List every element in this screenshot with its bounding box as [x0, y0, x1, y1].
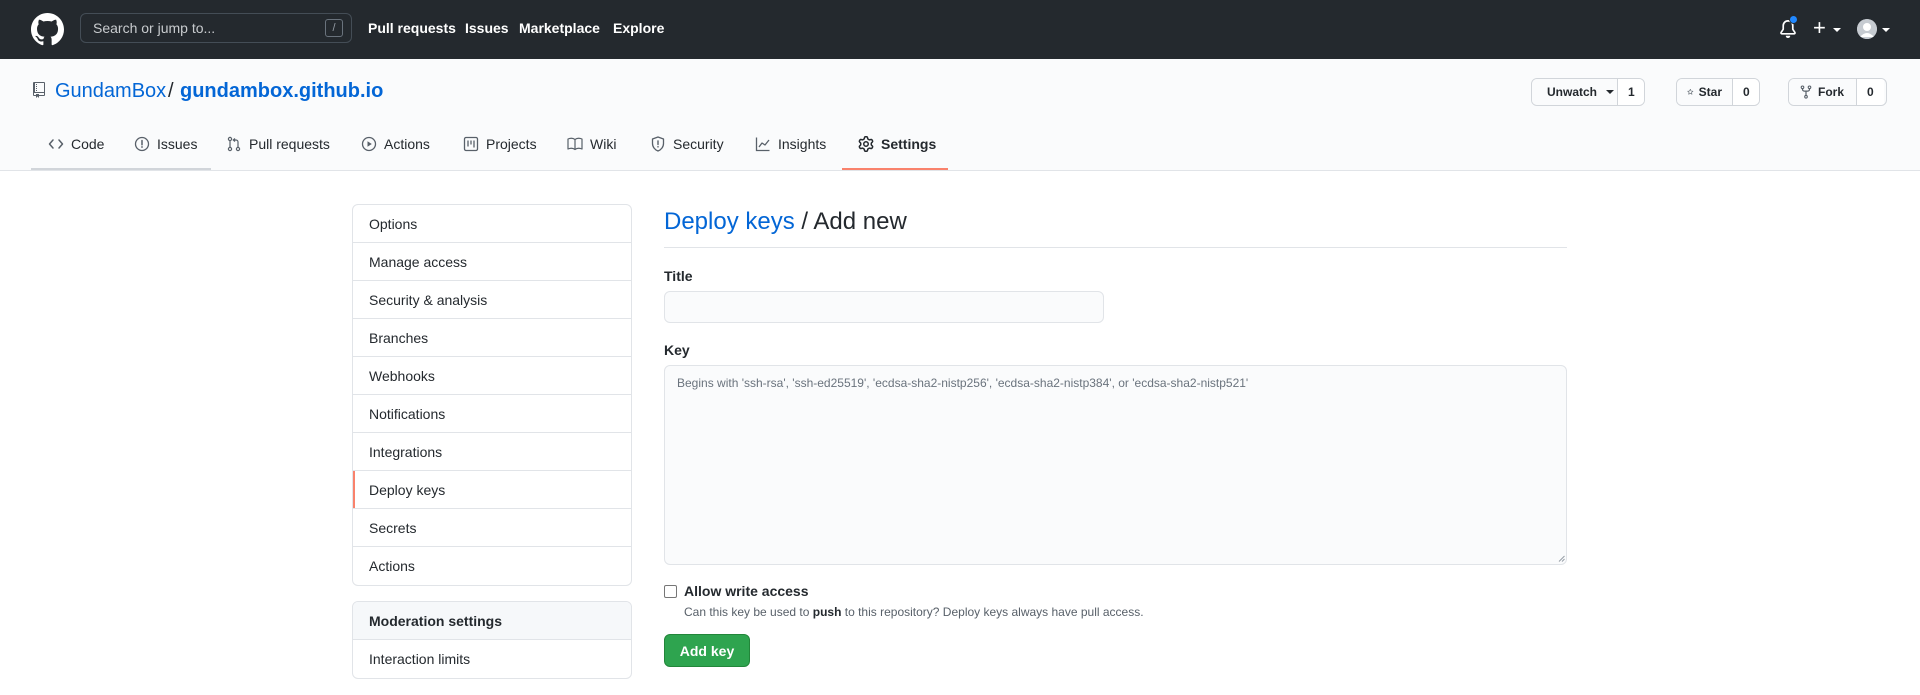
graph-icon	[755, 137, 770, 152]
allow-write-access-label[interactable]: Allow write access	[684, 583, 809, 599]
play-icon	[361, 136, 377, 152]
tab-pull-requests[interactable]: Pull requests	[226, 136, 330, 152]
star-button-group: Star 0	[1676, 78, 1760, 106]
repo-owner-link[interactable]: GundamBox	[55, 80, 166, 103]
sidebar-item-options[interactable]: Options	[353, 205, 631, 243]
star-label: Star	[1698, 85, 1722, 99]
unwatch-label: Unwatch	[1547, 85, 1598, 99]
write-access-note-bold: push	[812, 605, 842, 619]
tab-insights-label: Insights	[778, 136, 827, 152]
moderation-sidebar: Moderation settings Interaction limits	[352, 601, 632, 679]
settings-sidebar: Options Manage access Security & analysi…	[352, 204, 632, 586]
watch-chevron-down-icon	[1606, 90, 1615, 94]
page-title-rest: / Add new	[794, 208, 907, 235]
search-placeholder: Search or jump to...	[93, 20, 216, 36]
nav-marketplace[interactable]: Marketplace	[519, 20, 600, 36]
add-key-button[interactable]: Add key	[664, 634, 750, 667]
global-header: Search or jump to... / Pull requests Iss…	[0, 0, 1920, 59]
sidebar-item-deploy-keys[interactable]: Deploy keys	[353, 471, 631, 509]
tab-issues[interactable]: Issues	[134, 136, 197, 152]
avatar[interactable]	[1857, 19, 1877, 39]
user-avatar-icon	[1857, 19, 1877, 39]
tab-code[interactable]: Code	[48, 136, 104, 152]
nav-explore[interactable]: Explore	[613, 20, 664, 36]
tab-settings-label: Settings	[881, 136, 937, 152]
shield-icon	[651, 136, 665, 152]
fork-icon	[1800, 85, 1812, 99]
selected-tab-indicator	[842, 168, 948, 170]
tab-wiki[interactable]: Wiki	[567, 136, 616, 152]
tab-security-label: Security	[673, 136, 724, 152]
tab-projects-label: Projects	[486, 136, 537, 152]
repo-icon	[33, 82, 45, 98]
write-access-note: Can this key be used to push to this rep…	[684, 605, 1144, 619]
user-menu-chevron-down-icon[interactable]	[1882, 28, 1890, 32]
sidebar-item-security-analysis[interactable]: Security & analysis	[353, 281, 631, 319]
star-count[interactable]: 0	[1733, 79, 1759, 105]
create-new-icon[interactable]: +	[1813, 17, 1826, 39]
watch-button-group: Unwatch 1	[1531, 78, 1645, 106]
write-access-note-post: to this repository? Deploy keys always h…	[841, 605, 1144, 619]
sidebar-item-secrets[interactable]: Secrets	[353, 509, 631, 547]
create-menu-chevron-down-icon[interactable]	[1833, 28, 1841, 32]
issue-icon	[134, 136, 150, 152]
title-divider	[664, 247, 1567, 248]
tab-insights[interactable]: Insights	[755, 136, 826, 152]
sidebar-item-interaction-limits[interactable]: Interaction limits	[353, 640, 631, 678]
nav-pull-requests[interactable]: Pull requests	[368, 20, 456, 36]
tabs-underline-track	[31, 168, 211, 170]
watch-count[interactable]: 1	[1618, 79, 1644, 105]
search-shortcut-badge: /	[325, 19, 343, 37]
title-field[interactable]	[664, 291, 1104, 323]
page-title: Deploy keys / Add new	[664, 208, 907, 236]
book-icon	[567, 137, 583, 151]
tab-actions-label: Actions	[384, 136, 430, 152]
nav-issues[interactable]: Issues	[465, 20, 509, 36]
star-button[interactable]: Star	[1677, 79, 1733, 105]
repository-header	[0, 59, 1920, 171]
search-input[interactable]: Search or jump to... /	[80, 13, 352, 43]
sidebar-item-integrations[interactable]: Integrations	[353, 433, 631, 471]
sidebar-item-notifications[interactable]: Notifications	[353, 395, 631, 433]
repo-name-link[interactable]: gundambox.github.io	[180, 80, 383, 103]
tab-projects[interactable]: Projects	[463, 136, 537, 152]
allow-write-access-checkbox[interactable]	[664, 585, 677, 598]
sidebar-item-actions[interactable]: Actions	[353, 547, 631, 585]
repo-path-separator: /	[168, 80, 174, 102]
title-label: Title	[664, 268, 693, 284]
write-access-note-pre: Can this key be used to	[684, 605, 813, 619]
notification-indicator	[1789, 15, 1798, 24]
deploy-keys-breadcrumb-link[interactable]: Deploy keys	[664, 208, 795, 235]
key-field[interactable]	[664, 365, 1567, 565]
github-logo-icon[interactable]	[31, 13, 64, 46]
gear-icon	[858, 136, 874, 152]
code-icon	[48, 139, 64, 149]
tab-security[interactable]: Security	[650, 136, 724, 152]
tab-pull-requests-label: Pull requests	[249, 136, 330, 152]
key-label: Key	[664, 342, 690, 358]
tab-issues-label: Issues	[157, 136, 198, 152]
sidebar-item-webhooks[interactable]: Webhooks	[353, 357, 631, 395]
fork-button-group: Fork 0	[1788, 78, 1887, 106]
tab-wiki-label: Wiki	[590, 136, 617, 152]
tab-code-label: Code	[71, 136, 105, 152]
sidebar-item-branches[interactable]: Branches	[353, 319, 631, 357]
moderation-settings-heading: Moderation settings	[353, 602, 631, 640]
tab-actions[interactable]: Actions	[361, 136, 430, 152]
fork-button[interactable]: Fork	[1789, 79, 1857, 105]
pull-request-icon	[227, 136, 241, 152]
unwatch-button[interactable]: Unwatch	[1532, 79, 1618, 105]
star-icon	[1687, 89, 1694, 95]
sidebar-item-manage-access[interactable]: Manage access	[353, 243, 631, 281]
fork-count[interactable]: 0	[1857, 79, 1884, 105]
project-icon	[463, 136, 479, 152]
fork-label: Fork	[1818, 85, 1845, 99]
tab-settings[interactable]: Settings	[858, 136, 936, 152]
resize-handle-icon[interactable]	[1558, 555, 1565, 562]
